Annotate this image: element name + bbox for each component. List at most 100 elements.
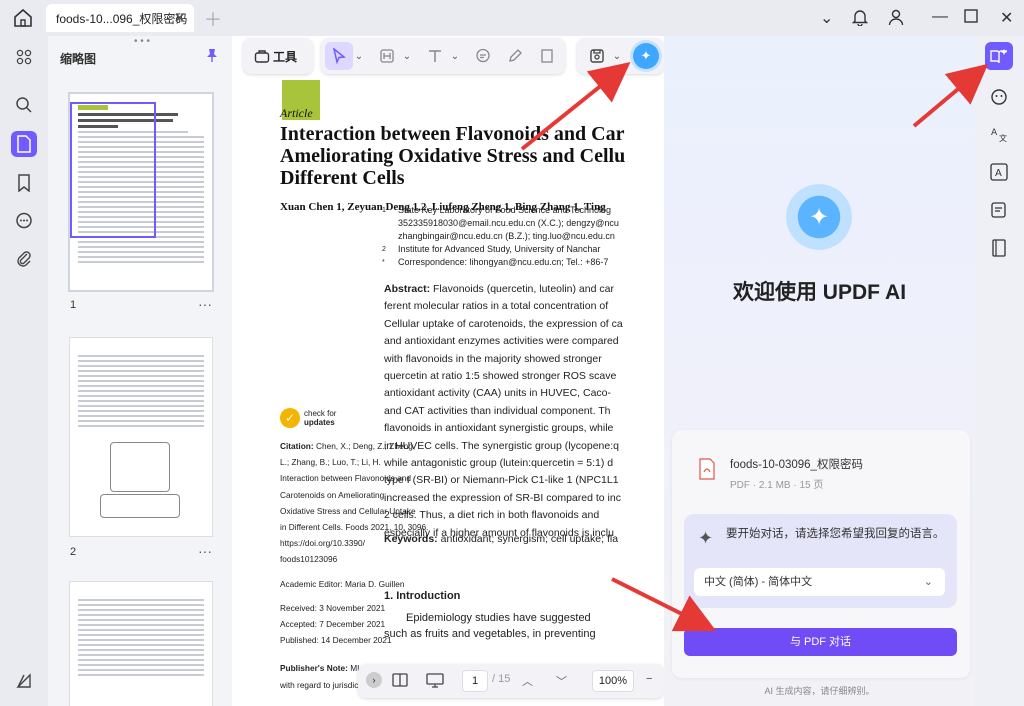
select-pointer-icon[interactable]: [325, 42, 353, 70]
abstract-line: Flavonoids (quercetin, luteolin) and car: [433, 283, 614, 295]
translate-icon[interactable]: A文: [985, 120, 1013, 148]
document-page: Article Interaction between Flavonoids a…: [280, 102, 664, 213]
zoom-out-icon[interactable]: −: [646, 673, 652, 685]
layers-icon[interactable]: [11, 668, 37, 694]
affiliation-line: Correspondence: lihongyan@ncu.edu.cn; Te…: [398, 257, 609, 267]
check-for-updates-badge[interactable]: ✓ check for updates: [280, 408, 336, 428]
more-options-icon[interactable]: ···: [198, 296, 212, 312]
maximize-icon[interactable]: [964, 9, 978, 28]
ai-welcome-title: 欢迎使用 UPDF AI: [732, 281, 907, 304]
file-name: foods-10-03096_权限密码: [730, 459, 863, 471]
bookmark-icon[interactable]: [11, 170, 37, 196]
page-thumbnail-1[interactable]: [70, 94, 212, 290]
ocr-icon[interactable]: A: [985, 158, 1013, 186]
chevron-down-icon[interactable]: ⌄: [401, 42, 413, 70]
document-tab-title: foods-10...096_权限密码: [56, 11, 188, 26]
page-number-1: 1: [70, 299, 77, 311]
ai-disclaimer: AI 生成内容，请仔细辨别。: [764, 686, 875, 696]
citation-line: in Different Cells. Foods 2021, 10, 3096…: [280, 522, 429, 533]
left-tool-rail: [0, 36, 48, 706]
comment-tool-icon[interactable]: [469, 42, 497, 70]
book-view-icon[interactable]: [392, 673, 408, 690]
page-number-2: 2: [70, 546, 77, 558]
file-meta: PDF · 2.1 MB · 15 页: [730, 480, 824, 491]
chevron-down-icon[interactable]: ⌄: [449, 42, 461, 70]
book-icon[interactable]: [985, 234, 1013, 262]
zoom-level[interactable]: 100%: [592, 670, 634, 692]
article-label: Article: [280, 106, 313, 120]
language-selected: 中文 (简体) - 简体中文: [704, 576, 813, 588]
title-line: Different Cells: [280, 167, 405, 189]
language-select[interactable]: 中文 (简体) - 简体中文 ⌄: [694, 568, 945, 596]
save-icon[interactable]: [583, 42, 611, 70]
ai-chat-face-icon[interactable]: [985, 82, 1013, 110]
text-tool-icon[interactable]: [421, 42, 449, 70]
home-icon[interactable]: [12, 7, 36, 29]
citation-link[interactable]: foods10123096: [280, 554, 337, 564]
chevron-down-icon: ⌄: [923, 576, 933, 588]
more-options-icon[interactable]: ···: [198, 543, 212, 559]
thumbnails-title: 缩略图: [60, 52, 97, 66]
highlight-text-icon[interactable]: [373, 42, 401, 70]
document-viewer[interactable]: foods Article Interaction between Flavon…: [232, 36, 664, 706]
checkmark-icon: ✓: [280, 408, 300, 428]
pdf-file-icon: [698, 458, 720, 484]
pin-icon[interactable]: [206, 48, 218, 65]
tools-button[interactable]: 工具: [243, 38, 313, 74]
search-icon[interactable]: [11, 92, 37, 118]
pen-tool-icon[interactable]: [501, 42, 529, 70]
affiliation-mark: *: [382, 259, 385, 266]
close-tab-icon[interactable]: ✕: [173, 9, 186, 27]
prev-page-icon[interactable]: ︿: [522, 673, 533, 689]
grid-view-icon[interactable]: [11, 44, 37, 70]
citation-line: Interaction between Flavonoids and: [280, 473, 411, 484]
page-thumbnail-3[interactable]: [70, 582, 212, 706]
minimize-icon[interactable]: —: [932, 8, 948, 26]
page-number-input[interactable]: 1: [462, 670, 488, 692]
affiliation-line: 352335918030@email.ncu.edu.cn (X.C.); de…: [398, 218, 619, 228]
citation-line: Chen, X.; Deng, Z.; Zheng,: [315, 441, 416, 451]
shape-tool-icon[interactable]: [533, 42, 561, 70]
molecule-figure: [110, 442, 170, 492]
updf-ai-icon[interactable]: ✦: [633, 43, 659, 69]
new-tab-icon[interactable]: ＋: [204, 6, 222, 32]
attachment-icon[interactable]: [11, 246, 37, 272]
right-tool-rail: A文 A: [975, 36, 1024, 706]
ai-read-icon[interactable]: [985, 42, 1013, 70]
collapse-chevron-icon[interactable]: ›: [366, 672, 382, 688]
check-for-text: check for: [304, 409, 337, 418]
chat-with-pdf-button[interactable]: 与 PDF 对话: [684, 628, 957, 656]
bell-icon[interactable]: [851, 8, 869, 31]
document-tab[interactable]: foods-10...096_权限密码 ✕: [46, 4, 194, 32]
abstract-line: antioxidant activity (CAA) units in HUVE…: [384, 387, 611, 400]
chevron-down-icon[interactable]: ⌄: [353, 42, 365, 70]
drag-handle-icon[interactable]: • • •: [134, 36, 150, 47]
next-page-icon[interactable]: ﹀: [556, 673, 567, 689]
viewport-selection-box[interactable]: [70, 102, 156, 238]
received-date: Received: 3 November 2021: [280, 602, 386, 613]
ai-summary-icon[interactable]: [985, 196, 1013, 224]
ai-sparkle-icon: ✦: [698, 528, 714, 548]
thumbnail-pages-icon[interactable]: [11, 131, 37, 157]
chevron-down-icon[interactable]: ⌄: [611, 42, 623, 70]
chevron-down-icon[interactable]: ⌄: [820, 8, 833, 28]
abstract-label: Abstract:: [384, 283, 431, 295]
abstract: Abstract: Flavonoids (quercetin, luteoli…: [384, 281, 624, 542]
abstract-line: and antioxidant enzymes activities were …: [384, 335, 619, 348]
citation-link[interactable]: https://doi.org/10.3390/: [280, 538, 365, 548]
published-date: Published: 14 December 2021: [280, 635, 392, 646]
comment-icon[interactable]: [11, 208, 37, 234]
updates-text: updates: [304, 418, 335, 427]
molecule-figure: [100, 494, 180, 518]
presentation-icon[interactable]: [426, 673, 444, 692]
accepted-date: Accepted: 7 December 2021: [280, 619, 386, 630]
user-icon[interactable]: [888, 8, 904, 31]
close-window-icon[interactable]: ✕: [1000, 8, 1013, 28]
page-thumbnail-2[interactable]: [70, 338, 212, 536]
citation-line: L.; Zhang, B.; Luo, T.; Li, H.: [280, 457, 381, 468]
page-navigation-bar: › 1 / 15 ︿ ﹀ 100% −: [358, 664, 664, 698]
title-bar: foods-10...096_权限密码 ✕ ＋ ⌄ — ✕: [0, 0, 1024, 36]
abstract-line: with flavonoids in the majority showed s…: [384, 352, 602, 365]
publisher-note-label: Publisher's Note:: [280, 663, 348, 674]
abstract-line: type I (SR-BI) or Niemann-Pick C1-like 1…: [384, 474, 619, 487]
